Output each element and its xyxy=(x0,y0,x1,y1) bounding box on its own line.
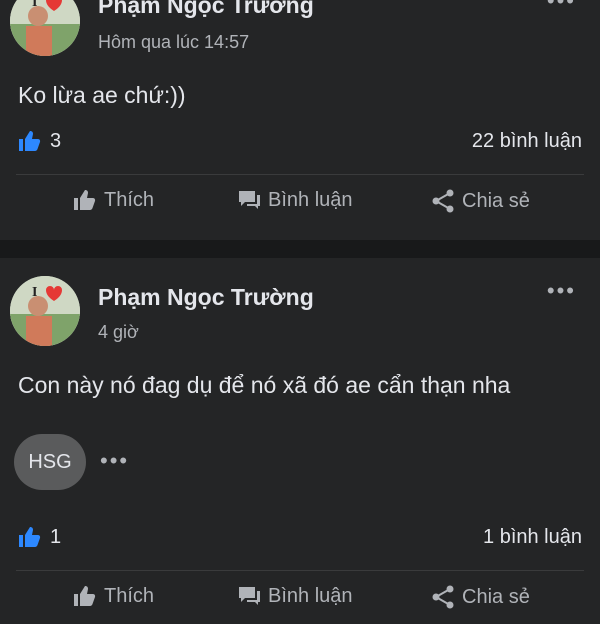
svg-text:I: I xyxy=(32,285,37,300)
share-button[interactable]: Chia sẻ xyxy=(430,584,530,610)
author-avatar[interactable]: I xyxy=(10,0,80,56)
comment-icon xyxy=(236,584,262,608)
post-text: Ko lừa ae chứ:)) xyxy=(18,82,186,108)
share-label: Chia sẻ xyxy=(462,585,530,608)
share-icon xyxy=(430,584,456,610)
post-1: I Phạm Ngọc Trường Hôm qua lúc 14:57 •••… xyxy=(0,0,600,240)
divider xyxy=(16,174,584,175)
like-reaction-icon xyxy=(16,524,42,550)
comment-count[interactable]: 1 bình luận xyxy=(483,526,582,549)
reaction-summary[interactable]: 1 xyxy=(16,524,61,550)
comment-button[interactable]: Bình luận xyxy=(236,188,353,212)
author-name[interactable]: Phạm Ngọc Trường xyxy=(98,284,314,311)
post-text: Con này nó đag dụ để nó xã đó ae cẩn thạ… xyxy=(18,372,511,398)
share-label: Chia sẻ xyxy=(462,189,530,212)
like-button[interactable]: Thích xyxy=(72,188,154,212)
post-2: I Phạm Ngọc Trường 4 giờ ••• Con này nó … xyxy=(0,258,600,618)
thumbs-up-icon xyxy=(72,584,98,608)
svg-text:I: I xyxy=(32,0,37,10)
post-timestamp[interactable]: 4 giờ xyxy=(98,322,139,343)
share-button[interactable]: Chia sẻ xyxy=(430,188,530,214)
comment-button[interactable]: Bình luận xyxy=(236,584,353,608)
more-options-icon[interactable]: ••• xyxy=(547,0,576,12)
share-icon xyxy=(430,188,456,214)
like-label: Thích xyxy=(104,188,155,211)
tag-more-icon[interactable]: ••• xyxy=(100,448,129,474)
avatar-image: I xyxy=(10,0,80,56)
divider xyxy=(16,570,584,571)
author-name[interactable]: Phạm Ngọc Trường xyxy=(98,0,314,19)
comment-label: Bình luận xyxy=(268,188,353,211)
post-actions: Thích Bình luận Chia sẻ xyxy=(0,188,600,228)
more-options-icon[interactable]: ••• xyxy=(547,280,576,302)
comment-label: Bình luận xyxy=(268,584,353,607)
like-label: Thích xyxy=(104,584,155,607)
comment-icon xyxy=(236,188,262,212)
tag-chip[interactable]: HSG xyxy=(14,434,86,490)
like-button[interactable]: Thích xyxy=(72,584,154,608)
post-actions: Thích Bình luận Chia sẻ xyxy=(0,584,600,624)
author-avatar[interactable]: I xyxy=(10,276,80,346)
like-reaction-icon xyxy=(16,128,42,154)
comment-count[interactable]: 22 bình luận xyxy=(472,130,582,153)
post-separator xyxy=(0,240,600,258)
thumbs-up-icon xyxy=(72,188,98,212)
post-timestamp[interactable]: Hôm qua lúc 14:57 xyxy=(98,32,249,53)
like-count: 3 xyxy=(50,129,62,152)
reaction-summary[interactable]: 3 xyxy=(16,128,61,154)
like-count: 1 xyxy=(50,525,62,548)
avatar-image: I xyxy=(10,276,80,346)
